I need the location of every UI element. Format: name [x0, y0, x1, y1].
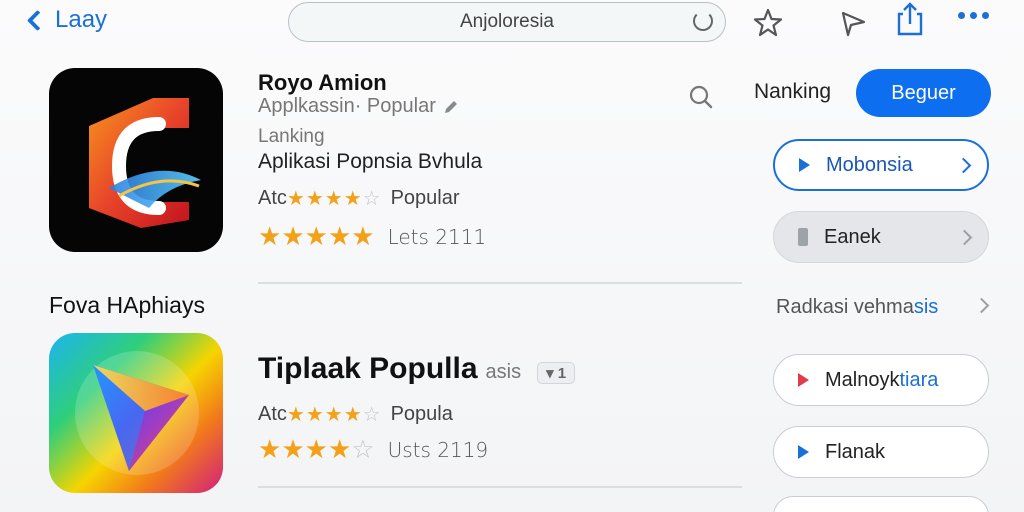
app1-ranking: Lanking [258, 126, 325, 147]
app-icon-tiplaak[interactable] [49, 333, 223, 493]
star-icon[interactable] [751, 6, 785, 40]
star-icon: ★ [304, 434, 328, 464]
app2-rating-label: Popula [390, 403, 453, 425]
get-button[interactable]: Beguer [856, 69, 991, 117]
share-icon[interactable] [893, 2, 927, 36]
pencil-icon [444, 100, 457, 113]
right-section-link[interactable]: Radkasi vehmasis [776, 296, 938, 319]
star-icon: ★ [327, 434, 351, 464]
more-icon[interactable] [958, 12, 989, 19]
pill-label: Flanak [825, 440, 886, 463]
pill-label: Mobonsia [826, 153, 913, 176]
app1-title[interactable]: Royo Amion [258, 70, 387, 96]
star-icon: ★ [258, 221, 281, 251]
star-icon: ★ [281, 434, 304, 464]
document-icon [798, 228, 808, 246]
app1-rating-row: Atc ★ ★ ★ ★ ☆ Popular [258, 186, 460, 211]
app2-big-stars: ★ ★ ★ ★ ☆ [258, 434, 375, 465]
star-icon: ★ [324, 188, 343, 210]
pill-label: Malnoyktiara [825, 368, 939, 391]
app2-rating-row: Atc ★ ★ ★ ★ ☆ Popula [258, 402, 453, 427]
category-pill-eanek[interactable]: Eanek [773, 211, 989, 263]
star-icon: ☆ [362, 188, 381, 210]
chevron-right-icon[interactable] [973, 297, 990, 314]
star-icon: ★ [327, 221, 351, 251]
back-chevron-icon [26, 9, 49, 31]
app-store-screen: Laay Anjoloresia Royo Amion Applkassin· … [0, 0, 1024, 512]
pill-label: Eanek [824, 225, 881, 248]
category-pill-partial[interactable] [773, 496, 989, 512]
app1-subtitle-text: Applkassin· Popular [258, 95, 436, 117]
ranking-label: Nanking [754, 80, 832, 103]
star-icon: ★ [258, 434, 281, 464]
category-pill-mobonsia[interactable]: Mobonsia [773, 139, 989, 191]
address-search-field[interactable]: Anjoloresia [288, 2, 726, 42]
app1-small-stars: ★ ★ ★ ★ ☆ [287, 186, 381, 211]
app-icon-royo[interactable] [49, 68, 223, 252]
chevron-right-icon [956, 229, 973, 245]
star-icon: ★ [286, 188, 305, 210]
star-icon: ★ [281, 221, 304, 251]
star-icon: ★ [305, 404, 324, 426]
app1-rating-summary: ★ ★ ★ ★ ★ Lets 2111 [258, 221, 486, 252]
chevron-right-icon [955, 157, 972, 173]
star-icon: ★ [351, 221, 374, 251]
search-field-text: Anjoloresia [460, 11, 554, 32]
app1-rating-label: Popular [390, 187, 460, 209]
section-title: Fova HAphiays [49, 292, 205, 318]
back-label: Laay [55, 6, 108, 33]
back-button[interactable]: Laay [24, 6, 107, 34]
app2-title-suffix: asis [485, 361, 522, 383]
play-icon [798, 373, 809, 387]
app1-description: Aplikasi Popnsia Bvhula [258, 150, 483, 173]
right-section-highlight: sis [913, 296, 939, 318]
star-icon: ★ [343, 188, 362, 210]
star-icon: ★ [305, 188, 324, 210]
app1-subtitle: Applkassin· Popular [258, 95, 460, 118]
star-icon: ☆ [351, 434, 374, 464]
app2-rating-prefix: Atc [258, 403, 287, 425]
star-icon: ★ [304, 221, 328, 251]
app1-big-stars: ★ ★ ★ ★ ★ [258, 221, 375, 252]
category-pill-flanak[interactable]: Flanak [773, 426, 989, 478]
play-icon [798, 445, 809, 459]
app1-rating-prefix: Atc [258, 187, 287, 209]
app1-rating-count: Lets 2111 [387, 224, 487, 249]
app2-small-stars: ★ ★ ★ ★ ☆ [287, 402, 381, 427]
category-pill-malnoyk[interactable]: Malnoyktiara [773, 354, 989, 406]
search-icon[interactable] [688, 84, 714, 115]
app2-rating-count: Usts 2119 [387, 437, 489, 462]
app2-title-row: Tiplaak Populla asis ▾ 1 [258, 352, 576, 386]
star-icon: ★ [343, 404, 362, 426]
divider [258, 486, 742, 488]
app2-title[interactable]: Tiplaak Populla [258, 352, 478, 386]
star-icon: ☆ [362, 404, 381, 426]
right-section-text: Radkasi vehma [776, 296, 914, 318]
send-icon[interactable] [836, 6, 870, 40]
star-icon: ★ [324, 404, 343, 426]
reload-icon[interactable] [693, 11, 713, 31]
play-icon [799, 158, 810, 172]
divider [258, 282, 742, 284]
star-icon: ★ [286, 404, 305, 426]
app2-version-badge[interactable]: ▾ 1 [537, 362, 576, 384]
app2-rating-summary: ★ ★ ★ ★ ☆ Usts 2119 [258, 434, 488, 465]
